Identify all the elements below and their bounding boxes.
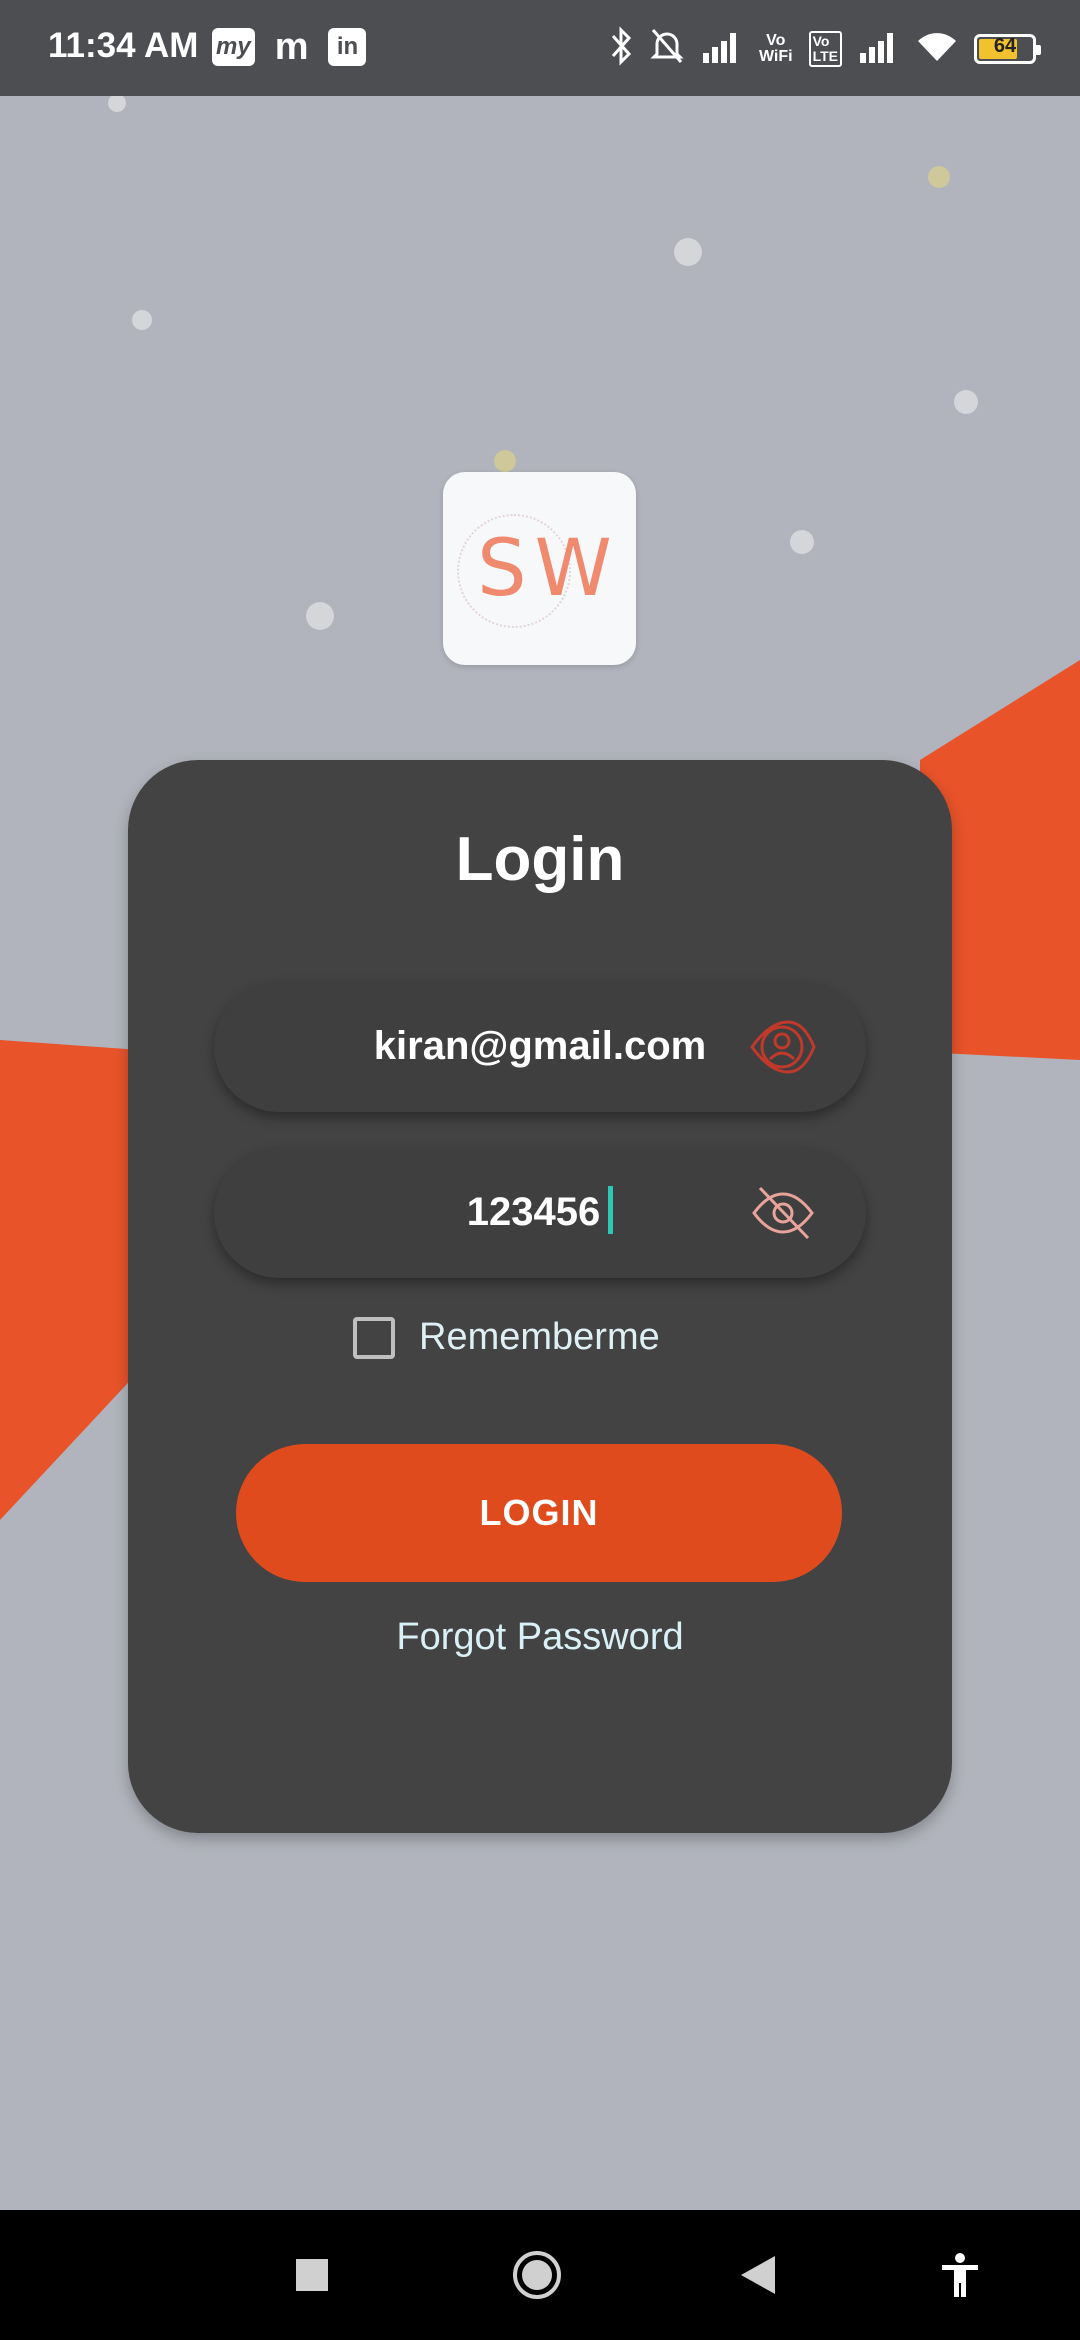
navigation-bar [0, 2210, 1080, 2340]
volte-icon: Vo LTE [808, 30, 842, 67]
password-text: 123456 [466, 1190, 601, 1234]
notification-icons: my m in [212, 25, 367, 68]
login-card: Login kiran@gmail.com 123456 Rememberme [128, 760, 952, 1833]
remember-checkbox[interactable] [353, 1316, 395, 1359]
bg-dot [132, 310, 152, 330]
accessibility-icon[interactable] [938, 2210, 982, 2340]
back-triangle-icon[interactable] [738, 2210, 778, 2340]
bg-dot [790, 530, 814, 554]
signal-icon [701, 29, 743, 68]
forgot-password-link[interactable]: Forgot Password [128, 1616, 952, 1659]
battery-level: 64 [993, 34, 1017, 57]
battery-icon: 64 [974, 33, 1041, 64]
bg-dot [306, 602, 334, 630]
logo-text: SW [477, 523, 620, 614]
system-icons: Vo WiFi Vo LTE 64 [609, 26, 1041, 71]
remember-label: Rememberme [419, 1316, 660, 1358]
app-logo: SW [443, 472, 636, 665]
eye-off-icon[interactable] [748, 1180, 818, 1246]
remember-me[interactable]: Rememberme [353, 1316, 660, 1359]
login-button[interactable]: LOGIN [236, 1444, 842, 1582]
bg-dot [494, 450, 516, 472]
status-time: 11:34 AM [48, 26, 199, 65]
user-eye-icon [748, 1014, 818, 1080]
wifi-icon [916, 29, 958, 68]
linkedin-icon: in [328, 28, 367, 66]
recents-square-icon[interactable] [282, 2210, 342, 2340]
myntra-icon: my [212, 28, 255, 66]
m-app-icon: m [274, 25, 309, 68]
login-title: Login [455, 825, 625, 894]
email-field[interactable]: kiran@gmail.com [214, 982, 866, 1112]
bg-dot [674, 238, 702, 266]
home-circle-icon[interactable] [505, 2210, 569, 2340]
signal-icon-2 [858, 29, 900, 68]
status-bar: 11:34 AM my m in Vo WiFi Vo LTE 64 [0, 0, 1080, 96]
bg-dot [928, 166, 950, 188]
bluetooth-icon [609, 26, 633, 71]
orange-shape-left [0, 1040, 140, 1520]
mute-icon [649, 26, 685, 71]
text-caret [608, 1186, 614, 1235]
bg-dot [108, 94, 126, 112]
password-field[interactable]: 123456 [214, 1148, 866, 1278]
vowifi-icon: Vo WiFi [758, 31, 793, 65]
bg-dot [954, 390, 978, 414]
